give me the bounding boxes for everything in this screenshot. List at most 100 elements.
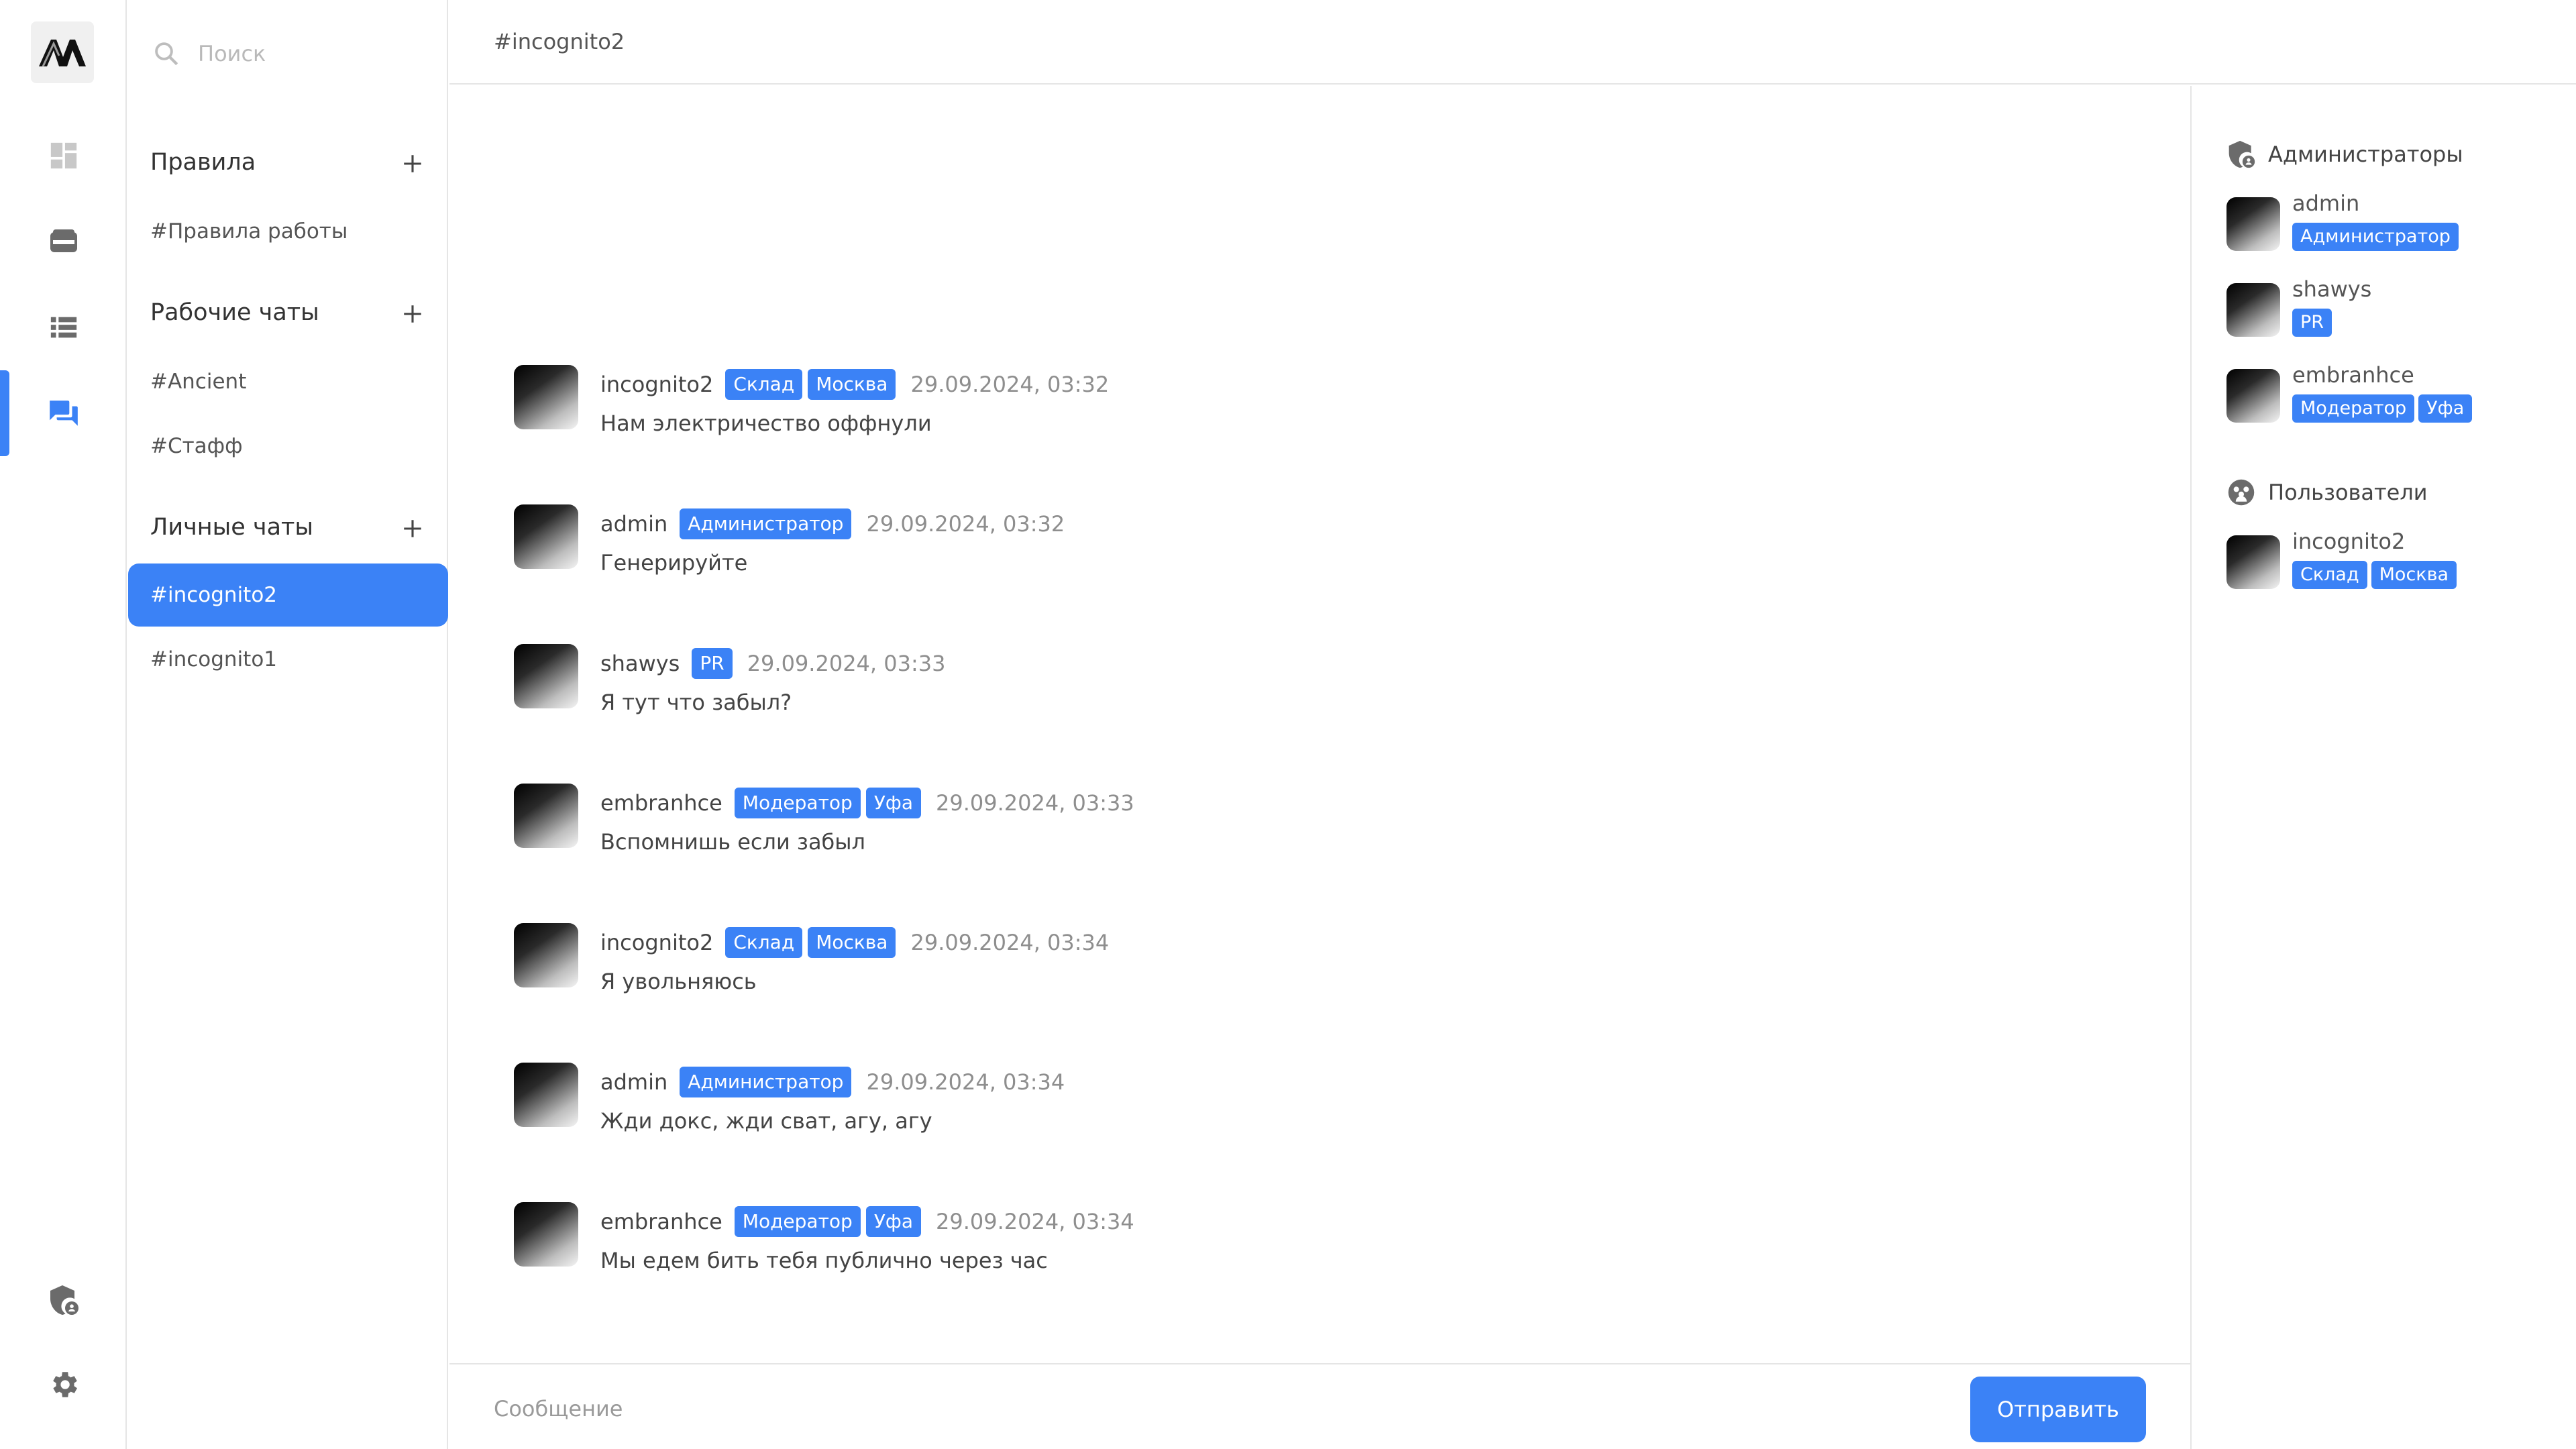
channel-item[interactable]: #Правила работы [128, 200, 448, 263]
member-item[interactable]: incognito2 Склад Москва [2226, 529, 2548, 596]
plus-icon [404, 155, 421, 172]
role-badge: Модератор [2292, 394, 2415, 423]
users-group-icon [2226, 478, 2256, 507]
nav-admin[interactable] [0, 1257, 127, 1343]
message-text: Генерируйте [600, 550, 748, 576]
avatar[interactable] [514, 1202, 578, 1267]
message-meta: embranhce Модератор Уфа 29.09.2024, 03:3… [600, 1205, 1134, 1238]
nav-wallet[interactable] [0, 199, 127, 284]
message-composer: Отправить [449, 1363, 2190, 1449]
security-user-icon [2226, 140, 2256, 169]
logo-icon [39, 40, 86, 67]
plus-icon [404, 520, 421, 537]
message-author[interactable]: incognito2 [600, 372, 713, 397]
role-badge: Уфа [865, 788, 921, 818]
avatar[interactable] [514, 644, 578, 708]
channel-item[interactable]: #Стафф [128, 415, 448, 478]
add-work-chat-button[interactable] [396, 298, 429, 330]
member-name: admin [2292, 191, 2360, 216]
message-author[interactable]: shawys [600, 651, 680, 676]
nav-settings[interactable] [0, 1342, 127, 1428]
nav-chats[interactable] [0, 370, 127, 456]
chat-icon [49, 400, 78, 426]
gear-icon [52, 1372, 77, 1397]
admins-section-title: Администраторы [2226, 140, 2463, 169]
role-badge: Администратор [2292, 223, 2459, 251]
users-section-title: Пользователи [2226, 478, 2428, 507]
message-author[interactable]: embranhce [600, 1209, 722, 1234]
wallet-icon [50, 229, 77, 252]
role-badge: Модератор [734, 1206, 861, 1237]
message-author[interactable]: incognito2 [600, 930, 713, 955]
message: embranhce Модератор Уфа 29.09.2024, 03:3… [514, 1202, 2124, 1283]
message-time: 29.09.2024, 03:32 [866, 511, 1065, 537]
message: admin Администратор 29.09.2024, 03:32 Ге… [514, 504, 2124, 585]
member-item[interactable]: embranhce Модератор Уфа [2226, 362, 2548, 429]
avatar[interactable] [514, 784, 578, 848]
search-box[interactable] [152, 32, 427, 75]
channel-item-active[interactable]: #incognito2 [128, 564, 448, 627]
role-badge: Модератор [734, 788, 861, 818]
avatar[interactable] [514, 365, 578, 429]
message: incognito2 Склад Москва 29.09.2024, 03:3… [514, 365, 2124, 445]
chat-title: #incognito2 [494, 29, 625, 54]
role-badge: Москва [2371, 561, 2457, 589]
chat-header: #incognito2 [449, 0, 2576, 85]
message-author[interactable]: embranhce [600, 790, 722, 816]
role-badge: Администратор [680, 508, 852, 539]
send-button[interactable]: Отправить [1970, 1377, 2146, 1442]
message-meta: incognito2 Склад Москва 29.09.2024, 03:3… [600, 368, 1109, 401]
member-item[interactable]: shawys PR [2226, 276, 2548, 343]
message-author[interactable]: admin [600, 511, 667, 537]
nav-dashboard[interactable] [0, 113, 127, 199]
role-badge: Уфа [2418, 394, 2473, 423]
role-badge: Администратор [680, 1067, 852, 1097]
list-icon [50, 317, 76, 338]
role-badge: PR [692, 648, 733, 679]
channel-sidebar: Правила #Правила работы Рабочие чаты #An… [128, 0, 448, 1449]
message-author[interactable]: admin [600, 1069, 667, 1095]
message-input[interactable] [494, 1390, 1970, 1428]
message-time: 29.09.2024, 03:34 [935, 1209, 1134, 1234]
message-meta: embranhce Модератор Уфа 29.09.2024, 03:3… [600, 786, 1134, 820]
members-panel: Администраторы admin Администратор shawy… [2190, 86, 2576, 1449]
role-badge: Москва [808, 369, 896, 400]
app-logo[interactable] [31, 21, 94, 83]
member-name: embranhce [2292, 362, 2414, 388]
avatar[interactable] [514, 923, 578, 987]
channel-item[interactable]: #incognito1 [128, 628, 448, 691]
message-text: Нам электричество оффнули [600, 411, 932, 436]
message-time: 29.09.2024, 03:34 [910, 930, 1110, 955]
search-icon [155, 42, 178, 66]
message-text: Жди докс, жди сват, агу, агу [600, 1108, 932, 1134]
role-badge: Москва [808, 927, 896, 958]
message-text: Я тут что забыл? [600, 690, 792, 715]
message-meta: incognito2 Склад Москва 29.09.2024, 03:3… [600, 926, 1109, 959]
message-text: Я увольняюсь [600, 969, 757, 994]
message-time: 29.09.2024, 03:33 [935, 790, 1134, 816]
dashboard-icon [50, 142, 76, 169]
avatar[interactable] [514, 1063, 578, 1127]
message-text: Вспомнишь если забыл [600, 829, 865, 855]
member-item[interactable]: admin Администратор [2226, 191, 2548, 258]
message-meta: admin Администратор 29.09.2024, 03:32 [600, 507, 1065, 541]
avatar [2226, 535, 2280, 589]
add-personal-chat-button[interactable] [396, 513, 429, 545]
avatar[interactable] [514, 504, 578, 569]
section-title-work-chats: Рабочие чаты [150, 299, 319, 326]
avatar [2226, 369, 2280, 423]
member-name: shawys [2292, 276, 2372, 302]
search-input[interactable] [198, 41, 413, 66]
message: embranhce Модератор Уфа 29.09.2024, 03:3… [514, 784, 2124, 864]
channel-item[interactable]: #Ancient [128, 350, 448, 413]
avatar [2226, 283, 2280, 337]
plus-icon [404, 305, 421, 323]
avatar [2226, 197, 2280, 251]
nav-list[interactable] [0, 284, 127, 370]
message-text: Мы едем бить тебя публично через час [600, 1248, 1048, 1273]
message-time: 29.09.2024, 03:33 [747, 651, 946, 676]
nav-rail [0, 0, 127, 1449]
message-list[interactable]: incognito2 Склад Москва 29.09.2024, 03:3… [449, 86, 2190, 1363]
section-title-personal-chats: Личные чаты [150, 514, 314, 541]
add-rules-channel-button[interactable] [396, 148, 429, 180]
